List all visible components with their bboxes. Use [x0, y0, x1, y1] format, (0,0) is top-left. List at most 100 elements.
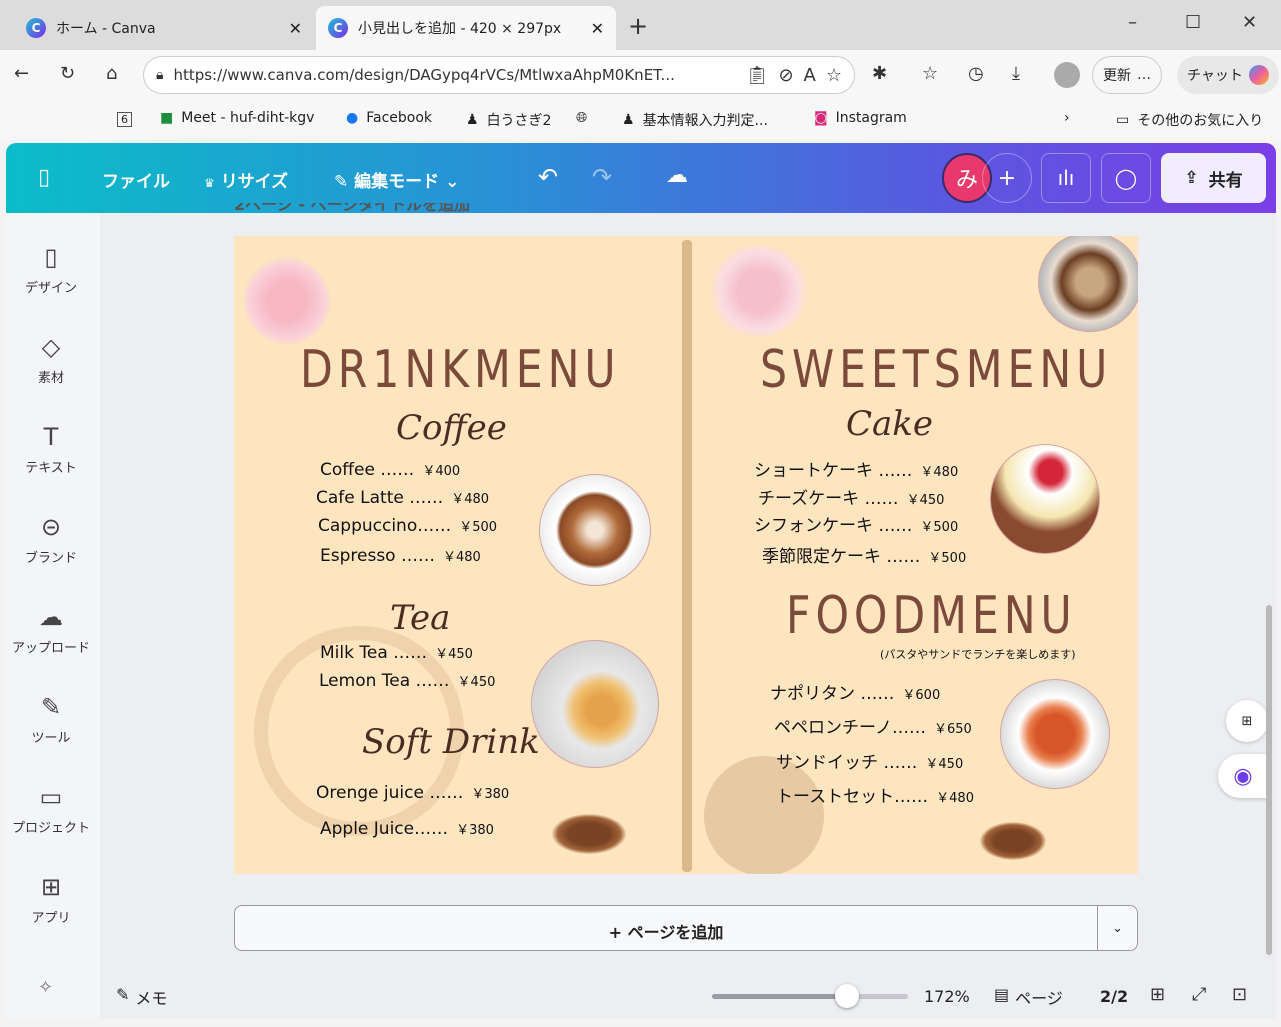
- maximize-icon[interactable]: ☐: [1185, 12, 1201, 33]
- coffee-heading: Coffee: [396, 408, 507, 448]
- bookmark-globe[interactable]: 🌐︎: [576, 110, 587, 126]
- sidebar-item-uploads[interactable]: ☁ アップロード: [6, 603, 96, 656]
- tab-design[interactable]: C 小見出しを追加 - 420 × 297px ✕: [316, 6, 616, 50]
- apps-float-icon[interactable]: ⊞: [1226, 700, 1268, 742]
- close-window-icon[interactable]: ✕: [1242, 12, 1257, 33]
- clipboard-icon[interactable]: 📋︎: [746, 65, 769, 86]
- item-name: トーストセット……: [776, 787, 929, 807]
- analytics-icon[interactable]: ılı: [1041, 153, 1091, 203]
- zoom-slider[interactable]: [712, 984, 908, 1008]
- file-menu[interactable]: ファイル: [102, 167, 170, 192]
- item-name: Espresso ……: [320, 546, 435, 566]
- read-aloud-icon[interactable]: A: [804, 65, 816, 86]
- back-icon[interactable]: ←: [14, 63, 29, 84]
- cake-heading: Cake: [846, 404, 934, 444]
- bookmark-badge[interactable]: 6: [117, 112, 132, 127]
- magic-media-icon[interactable]: ✧: [38, 977, 53, 998]
- bookmarks-bar: 6 ■ Meet - huf-diht-kgv ● Facebook ♟ 白うさぎ2 …: [0, 100, 1281, 140]
- download-icon[interactable]: ⤓: [1012, 63, 1020, 84]
- sidebar-item-design[interactable]: ▯ デザイン: [6, 243, 96, 296]
- bookmark-facebook[interactable]: ● Facebook: [346, 110, 432, 126]
- new-tab-icon[interactable]: +: [628, 12, 648, 40]
- sidebar-item-apps[interactable]: ⊞ アプリ: [6, 873, 96, 926]
- resize-button[interactable]: ♛ リサイズ: [204, 167, 288, 192]
- folder-icon: ▭: [39, 783, 63, 811]
- comment-icon[interactable]: ◯: [1101, 153, 1151, 203]
- tab-home[interactable]: C ホーム - Canva ✕: [14, 6, 314, 50]
- pages-label: ページ: [1015, 989, 1063, 1008]
- update-button[interactable]: 更新…: [1092, 56, 1162, 94]
- sidebar-item-brand[interactable]: ⊝ ブランド: [6, 513, 96, 566]
- update-label: 更新: [1103, 68, 1131, 84]
- item-name: ペペロンチーノ……: [774, 718, 926, 738]
- item-name: Cafe Latte ……: [316, 488, 444, 508]
- add-collaborator-icon[interactable]: +: [982, 153, 1032, 203]
- napolitan-photo: [1000, 679, 1110, 789]
- add-page-button[interactable]: + ページを追加 ⌄: [234, 905, 1138, 951]
- cherry-blossom-image: [242, 256, 332, 346]
- bookmark-instagram[interactable]: ◙ Instagram: [814, 110, 907, 126]
- reload-icon[interactable]: ↻: [60, 63, 75, 84]
- bookmark-label: Instagram: [835, 110, 907, 126]
- sidebar-item-projects[interactable]: ▭ プロジェクト: [6, 783, 96, 836]
- sidebar-label: アプリ: [31, 911, 71, 926]
- item-price: ￥480: [920, 465, 959, 480]
- bookmark-shirousagi[interactable]: ♟ 白うさぎ2: [466, 110, 551, 130]
- profile-avatar[interactable]: [1054, 62, 1080, 88]
- tea-heading: Tea: [390, 598, 451, 638]
- extensions-icon[interactable]: ✱: [872, 63, 887, 84]
- history-icon[interactable]: ◷: [968, 63, 984, 84]
- sidebar-label: 素材: [37, 371, 64, 386]
- sidebar-item-tools[interactable]: ✎ ツール: [6, 693, 96, 746]
- item-price: ￥600: [902, 688, 941, 703]
- redo-icon[interactable]: ↷: [592, 163, 612, 191]
- home-icon[interactable]: ⌂: [106, 63, 117, 84]
- bookmark-meet[interactable]: ■ Meet - huf-diht-kgv: [160, 110, 314, 126]
- favorite-star-icon[interactable]: ☆: [826, 65, 842, 86]
- add-page-label: + ページを追加: [608, 923, 724, 942]
- fullscreen-icon[interactable]: ⤢: [1192, 984, 1206, 1005]
- pencil-icon: ✎: [334, 172, 349, 192]
- zoom-level[interactable]: 172%: [924, 987, 970, 1006]
- close-tab-icon[interactable]: ✕: [591, 19, 604, 38]
- notes-button[interactable]: ✎ メモ: [116, 985, 167, 1009]
- cherry-blossom-image: [704, 246, 814, 336]
- other-favorites[interactable]: ▭ その他のお気に入り: [1116, 110, 1263, 130]
- tracking-icon[interactable]: ⊘: [778, 65, 793, 86]
- copilot-chat-button[interactable]: チャット: [1177, 56, 1279, 94]
- minimize-icon[interactable]: –: [1128, 12, 1137, 33]
- page-count: 2/2: [1100, 987, 1129, 1006]
- pages-button[interactable]: ▤ ページ: [994, 985, 1063, 1009]
- left-sidebar: ▯ デザイン ◇ 素材 T テキスト ⊝ ブランド ☁ アップロード ✎ ツール ▭ プロジェ…: [6, 213, 100, 1019]
- share-button[interactable]: ⇪ 共有: [1161, 153, 1266, 203]
- edit-mode-dropdown[interactable]: ✎ 編集モード ⌄: [334, 167, 459, 192]
- sidebar-label: ブランド: [24, 551, 77, 566]
- favorites-icon[interactable]: ☆: [922, 63, 938, 84]
- cloud-saved-icon[interactable]: ☁: [666, 163, 688, 188]
- chat-label: チャット: [1187, 68, 1243, 84]
- item-name: Coffee ……: [320, 460, 415, 480]
- page-title[interactable]: 2ページ - ページタイトルを追加: [234, 203, 470, 215]
- url-input[interactable]: 🔒︎ https://www.canva.com/design/DAGypq4rV…: [143, 56, 855, 94]
- notes-icon: ✎: [116, 985, 130, 1004]
- chevron-down-icon[interactable]: ⌄: [1097, 906, 1137, 950]
- zoom-slider-handle[interactable]: [835, 984, 860, 1008]
- item-price: ￥450: [457, 675, 496, 690]
- help-bot-icon[interactable]: ⊡: [1232, 984, 1247, 1005]
- tools-icon: ✎: [40, 693, 62, 721]
- item-price: ￥500: [920, 520, 959, 535]
- item-name: Apple Juice……: [320, 819, 449, 839]
- bookmark-kihon[interactable]: ♟ 基本情報入力判定...: [622, 110, 768, 130]
- sidebar-toggle-icon[interactable]: ▯: [38, 165, 50, 190]
- bookmarks-more-icon[interactable]: ›: [1064, 110, 1070, 126]
- sidebar-item-elements[interactable]: ◇ 素材: [6, 333, 96, 386]
- item-name: チーズケーキ ……: [758, 489, 899, 509]
- vertical-scrollbar[interactable]: [1266, 605, 1272, 955]
- apps-icon: ⊞: [40, 873, 62, 901]
- grid-view-icon[interactable]: ⊞: [1150, 984, 1165, 1005]
- sidebar-item-text[interactable]: T テキスト: [6, 423, 96, 476]
- undo-icon[interactable]: ↶: [538, 163, 558, 191]
- assistant-icon[interactable]: ◉: [1218, 754, 1268, 798]
- design-page[interactable]: DR1NKMENU Coffee Coffee …… ￥400 Cafe Latt…: [234, 236, 1138, 874]
- close-tab-icon[interactable]: ✕: [289, 19, 302, 38]
